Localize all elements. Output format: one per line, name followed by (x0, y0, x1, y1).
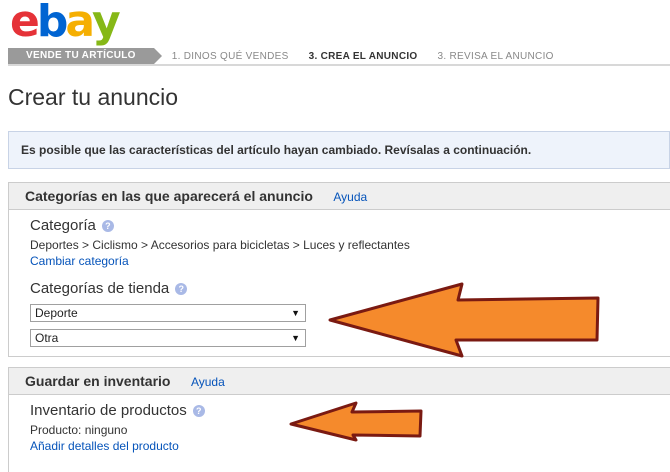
chevron-down-icon: ▼ (291, 333, 300, 343)
inventory-help-link[interactable]: Ayuda (191, 375, 225, 389)
change-category-link[interactable]: Cambiar categoría (30, 254, 129, 268)
help-icon[interactable]: ? (175, 283, 188, 296)
chevron-down-icon: ▼ (291, 308, 300, 318)
store-category-select-1-value: Deporte (35, 306, 78, 320)
store-category-select-2[interactable]: Otra ▼ (30, 329, 306, 347)
ebay-logo[interactable]: ebay (10, 0, 121, 47)
product-inventory-label: Inventario de productos? (30, 402, 205, 419)
step-tell-us: 1. DINOS QUÉ VENDES (171, 50, 289, 62)
logo-letter-a: a (65, 0, 95, 47)
store-categories-label-text: Categorías de tienda (30, 280, 170, 297)
steps-divider (8, 64, 670, 66)
inventory-panel-header: Guardar en inventario Ayuda (9, 368, 670, 395)
product-value: Producto: ninguno (30, 423, 128, 437)
progress-steps: VENDE TU ARTÍCULO 1. DINOS QUÉ VENDES 3.… (8, 48, 670, 64)
help-icon[interactable]: ? (101, 220, 114, 233)
step-review-listing: 3. REVISA EL ANUNCIO (437, 50, 554, 62)
category-label-text: Categoría (30, 217, 96, 234)
store-categories-label: Categorías de tienda? (30, 280, 188, 297)
categories-panel-title: Categorías en las que aparecerá el anunc… (25, 188, 313, 204)
categories-help-link[interactable]: Ayuda (333, 190, 367, 204)
logo-letter-b: b (36, 0, 68, 47)
categories-panel-header: Categorías en las que aparecerá el anunc… (9, 183, 670, 210)
add-product-details-link[interactable]: Añadir detalles del producto (30, 439, 179, 453)
category-path: Deportes > Ciclismo > Accesorios para bi… (30, 238, 410, 252)
annotation-arrow-icon (328, 282, 600, 358)
annotation-arrow-icon (289, 401, 423, 442)
store-category-select-2-value: Otra (35, 331, 59, 345)
inventory-panel-title: Guardar en inventario (25, 373, 171, 389)
logo-letter-y: y (92, 0, 121, 47)
store-category-select-1[interactable]: Deporte ▼ (30, 304, 306, 322)
page-title: Crear tu anuncio (8, 84, 179, 110)
step-sell-item: VENDE TU ARTÍCULO (8, 48, 162, 64)
logo-letter-e: e (10, 0, 40, 47)
product-inventory-label-text: Inventario de productos (30, 402, 187, 419)
category-label: Categoría? (30, 217, 114, 234)
help-icon[interactable]: ? (192, 405, 205, 418)
step-create-listing: 3. CREA EL ANUNCIO (308, 50, 418, 62)
notice-banner: Es posible que las características del a… (8, 131, 670, 169)
